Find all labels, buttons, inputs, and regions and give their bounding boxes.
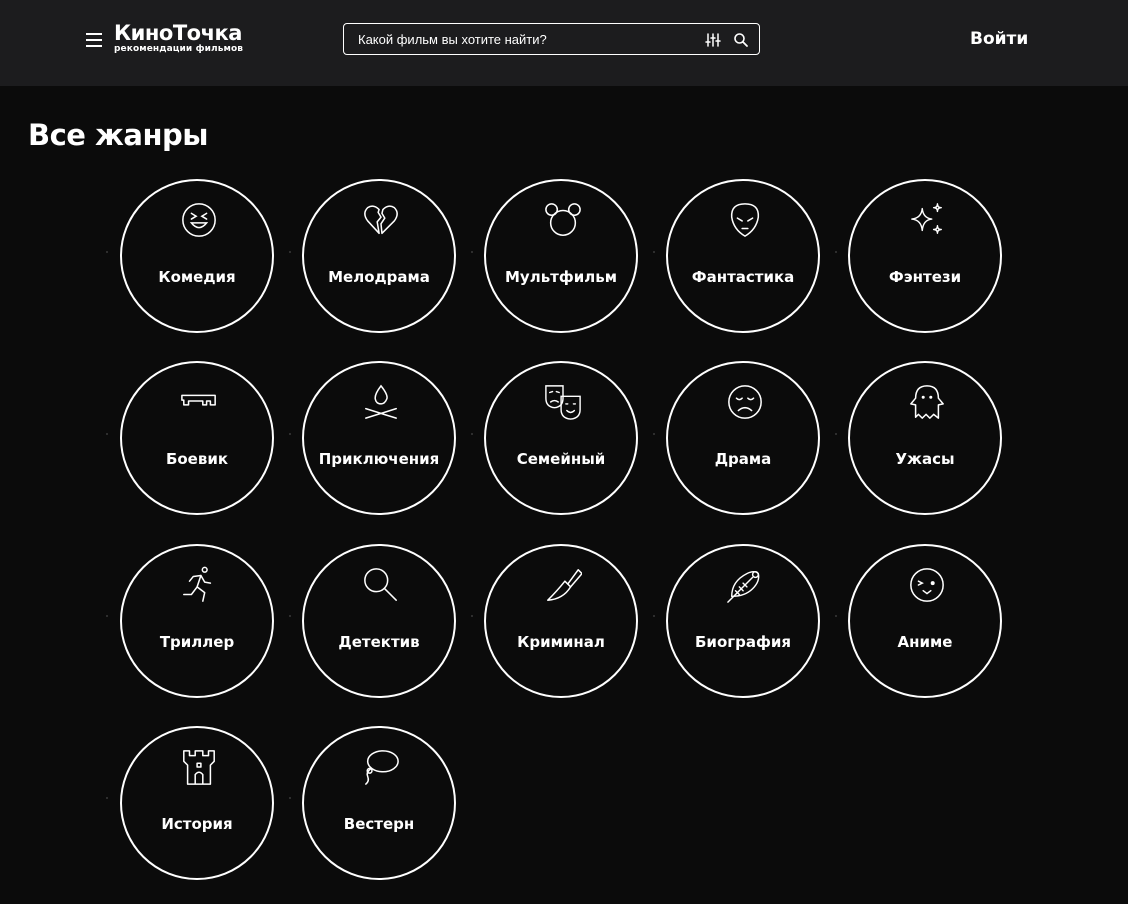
- genre-thriller[interactable]: Триллер: [120, 544, 274, 698]
- genre-label: Триллер: [159, 633, 235, 651]
- logo-subtitle: рекомендации фильмов: [114, 44, 244, 54]
- genre-western[interactable]: Вестерн: [302, 726, 456, 880]
- genre-label: Драма: [714, 450, 772, 468]
- separator-dot: [835, 615, 837, 617]
- separator-dot: [106, 251, 108, 253]
- separator-dot: [106, 797, 108, 799]
- genre-label: Аниме: [897, 633, 953, 651]
- hamburger-menu-icon[interactable]: [86, 33, 102, 47]
- genre-scifi[interactable]: Фантастика: [666, 179, 820, 333]
- genre-adventure[interactable]: Приключения: [302, 361, 456, 515]
- separator-dot: [289, 797, 291, 799]
- logo[interactable]: КиноТочка рекомендации фильмов: [114, 22, 243, 54]
- running-man-icon: [183, 566, 212, 602]
- genre-label: Криминал: [517, 633, 605, 651]
- campfire-icon: [365, 384, 397, 419]
- search-input[interactable]: [358, 30, 688, 48]
- header: КиноТочка рекомендации фильмов Войти: [0, 0, 1128, 86]
- genre-horror[interactable]: Ужасы: [848, 361, 1002, 515]
- theater-masks-icon: [545, 385, 581, 420]
- search-icon[interactable]: [733, 32, 749, 48]
- separator-dot: [106, 615, 108, 617]
- separator-dot: [653, 615, 655, 617]
- genre-family[interactable]: Семейный: [484, 361, 638, 515]
- separator-dot: [106, 433, 108, 435]
- alien-icon: [730, 203, 760, 238]
- filter-sliders-icon[interactable]: [705, 32, 721, 48]
- genre-label: Фэнтези: [888, 268, 962, 286]
- logo-title: КиноТочка: [114, 21, 242, 45]
- separator-dot: [835, 433, 837, 435]
- genre-label: Мультфильм: [505, 268, 617, 286]
- separator-dot: [471, 433, 473, 435]
- page-title: Все жанры: [28, 118, 209, 152]
- anime-face-icon: [910, 568, 944, 602]
- sad-face-icon: [728, 385, 762, 419]
- genre-label: Комедия: [158, 268, 236, 286]
- gun-icon: [181, 394, 216, 406]
- magnifier-icon: [364, 568, 397, 601]
- separator-dot: [471, 251, 473, 253]
- genre-biography[interactable]: Биография: [666, 544, 820, 698]
- genre-label: История: [161, 815, 233, 833]
- lasso-icon: [365, 750, 399, 785]
- separator-dot: [653, 251, 655, 253]
- separator-dot: [471, 615, 473, 617]
- genre-anime[interactable]: Аниме: [848, 544, 1002, 698]
- genre-history[interactable]: История: [120, 726, 274, 880]
- broken-heart-icon: [364, 205, 398, 235]
- knife-icon: [547, 569, 582, 601]
- separator-dot: [653, 433, 655, 435]
- login-button[interactable]: Войти: [970, 29, 1028, 49]
- castle-tower-icon: [183, 750, 215, 785]
- genre-label: Приключения: [318, 450, 440, 468]
- genre-label: Детектив: [338, 633, 420, 651]
- genre-action[interactable]: Боевик: [120, 361, 274, 515]
- genre-label: Семейный: [516, 450, 606, 468]
- genre-label: Мелодрама: [328, 268, 430, 286]
- feather-quill-icon: [727, 570, 760, 603]
- genre-comedy[interactable]: Комедия: [120, 179, 274, 333]
- genre-drama[interactable]: Драма: [666, 361, 820, 515]
- separator-dot: [289, 615, 291, 617]
- genre-detective[interactable]: Детектив: [302, 544, 456, 698]
- genre-crime[interactable]: Криминал: [484, 544, 638, 698]
- cartoon-mouse-icon: [545, 203, 581, 236]
- separator-dot: [289, 251, 291, 253]
- genre-label: Боевик: [165, 450, 229, 468]
- genre-label: Вестерн: [343, 815, 415, 833]
- genre-label: Фантастика: [691, 268, 795, 286]
- genre-label: Биография: [695, 633, 791, 651]
- ghost-icon: [910, 385, 944, 419]
- search-bar: [343, 23, 760, 55]
- genre-fantasy[interactable]: Фэнтези: [848, 179, 1002, 333]
- sparkles-icon: [911, 203, 942, 235]
- separator-dot: [835, 251, 837, 253]
- genre-melodrama[interactable]: Мелодрама: [302, 179, 456, 333]
- laughing-face-icon: [182, 203, 216, 237]
- genre-label: Ужасы: [895, 450, 955, 468]
- separator-dot: [289, 433, 291, 435]
- genre-cartoon[interactable]: Мультфильм: [484, 179, 638, 333]
